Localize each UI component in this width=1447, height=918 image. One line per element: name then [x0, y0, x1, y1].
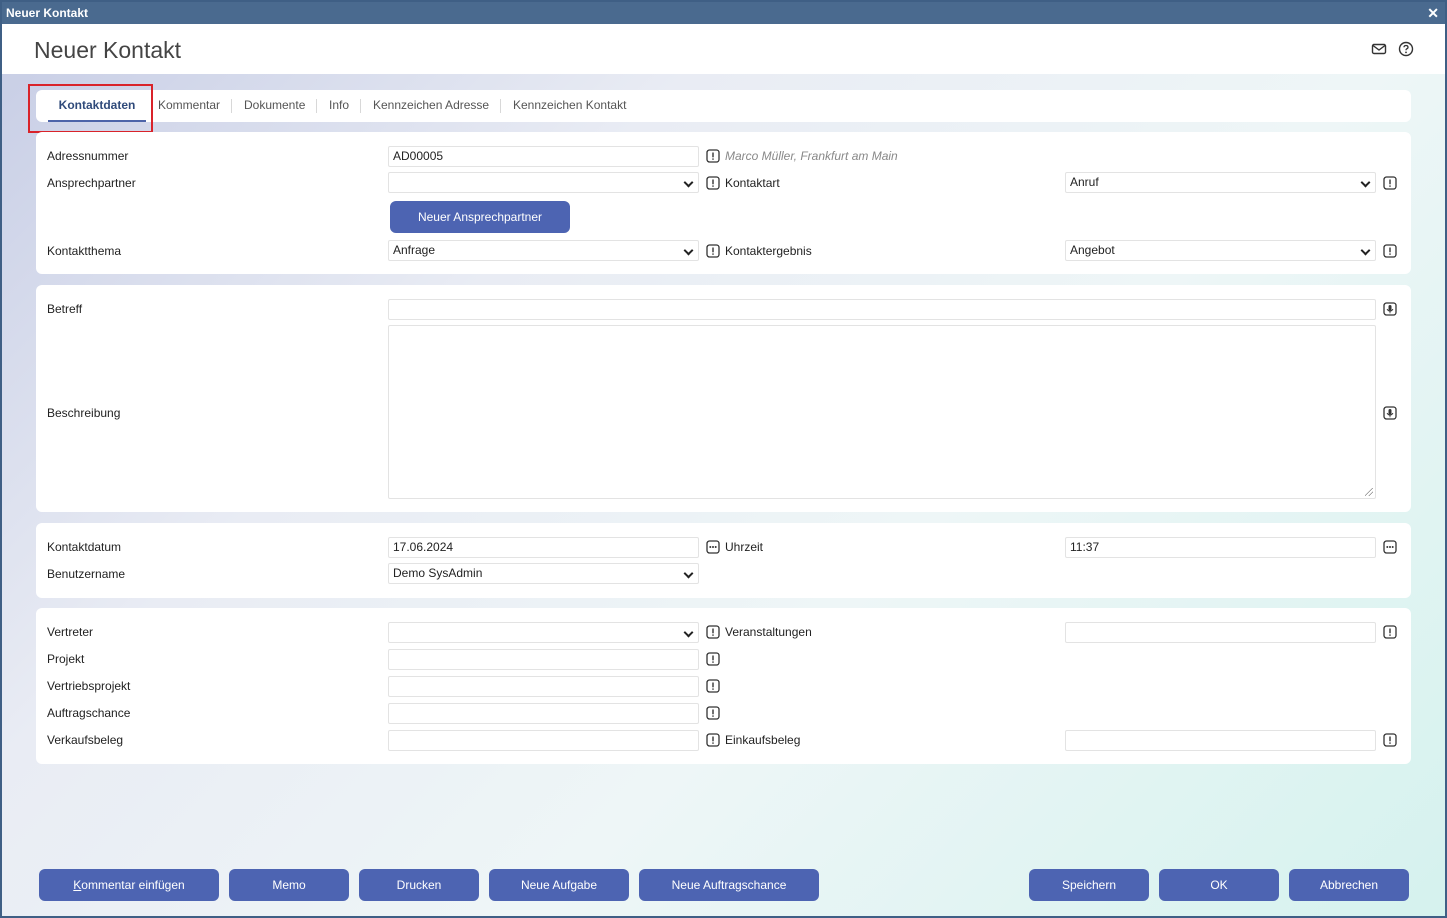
betreff-label: Betreff: [47, 302, 83, 316]
kontaktergebnis-label: Kontaktergebnis: [725, 244, 812, 258]
einkaufsbeleg-label: Einkaufsbeleg: [725, 733, 801, 747]
verkaufsbeleg-input[interactable]: [388, 730, 699, 751]
info-exclaim-icon[interactable]: [706, 679, 720, 693]
beschreibung-label: Beschreibung: [47, 406, 121, 420]
subject-card: Betreff Beschreibung: [36, 285, 1411, 512]
vertreter-select[interactable]: [388, 622, 699, 643]
microphone-icon[interactable]: [1383, 406, 1397, 420]
info-exclaim-icon[interactable]: [706, 706, 720, 720]
projekt-label: Projekt: [47, 652, 85, 666]
memo-button[interactable]: Memo: [229, 869, 349, 901]
einkaufsbeleg-input[interactable]: [1065, 730, 1376, 751]
dialog-window: Neuer Kontakt ✕ Neuer Kontakt Kontaktdat…: [0, 0, 1447, 918]
benutzername-select[interactable]: Demo SysAdmin: [388, 563, 699, 584]
veranstaltungen-label: Veranstaltungen: [725, 625, 812, 639]
cancel-button[interactable]: Abbrechen: [1289, 869, 1409, 901]
vertriebsprojekt-input[interactable]: [388, 676, 699, 697]
window-title: Neuer Kontakt: [6, 6, 89, 20]
adressnummer-input[interactable]: AD00005: [388, 146, 699, 167]
tab-separator: [500, 99, 501, 113]
kontaktdatum-label: Kontaktdatum: [47, 540, 122, 554]
kontaktart-select[interactable]: Anruf: [1065, 172, 1376, 193]
info-exclaim-icon[interactable]: [1383, 625, 1397, 639]
new-opportunity-button[interactable]: Neue Auftragschance: [639, 869, 819, 901]
adressnummer-label: Adressnummer: [47, 149, 129, 163]
info-exclaim-icon[interactable]: [706, 733, 720, 747]
uhrzeit-input[interactable]: 11:37: [1065, 537, 1376, 558]
title-bar: Neuer Kontakt ✕: [2, 2, 1445, 24]
auftragschance-input[interactable]: [388, 703, 699, 724]
verkaufsbeleg-label: Verkaufsbeleg: [47, 733, 124, 747]
beschreibung-textarea[interactable]: [388, 325, 1376, 499]
info-exclaim-icon[interactable]: [706, 652, 720, 666]
mail-icon[interactable]: [1371, 41, 1387, 57]
tab-bar: Kontaktdaten Kommentar Dokumente Info Ke…: [36, 90, 1411, 122]
date-card: Kontaktdatum 17.06.2024 Uhrzeit 11:37 Be…: [36, 523, 1411, 598]
contact-card: Adressnummer AD00005 Marco Müller, Frank…: [36, 132, 1411, 274]
auftragschance-label: Auftragschance: [47, 706, 131, 720]
ok-button[interactable]: OK: [1159, 869, 1279, 901]
new-contact-person-button[interactable]: Neuer Ansprechpartner: [390, 201, 570, 233]
more-dots-icon[interactable]: [706, 540, 720, 554]
highlight-box: [28, 84, 153, 133]
info-exclaim-icon[interactable]: [706, 149, 720, 163]
kontaktergebnis-select[interactable]: Angebot: [1065, 240, 1376, 261]
content-area: Kontaktdaten Kommentar Dokumente Info Ke…: [2, 74, 1445, 916]
uhrzeit-label: Uhrzeit: [725, 540, 764, 554]
header: Neuer Kontakt: [2, 24, 1445, 74]
microphone-icon[interactable]: [1383, 302, 1397, 316]
benutzername-label: Benutzername: [47, 567, 126, 581]
info-exclaim-icon[interactable]: [1383, 733, 1397, 747]
ansprechpartner-label: Ansprechpartner: [47, 176, 136, 190]
insert-comment-button[interactable]: Kommentar einfügen: [39, 869, 219, 901]
tab-kommentar[interactable]: Kommentar: [158, 90, 220, 122]
close-icon[interactable]: ✕: [1427, 2, 1439, 24]
kontaktart-label: Kontaktart: [725, 176, 780, 190]
save-button[interactable]: Speichern: [1029, 869, 1149, 901]
links-card: Vertreter Veranstaltungen Projekt Vertri…: [36, 608, 1411, 764]
more-dots-icon[interactable]: [1383, 540, 1397, 554]
print-button[interactable]: Drucken: [359, 869, 479, 901]
kontaktthema-select[interactable]: Anfrage: [388, 240, 699, 261]
info-exclaim-icon[interactable]: [1383, 176, 1397, 190]
tab-separator: [231, 99, 232, 113]
page-title: Neuer Kontakt: [34, 37, 182, 63]
tab-info[interactable]: Info: [329, 90, 349, 122]
kontaktdatum-input[interactable]: 17.06.2024: [388, 537, 699, 558]
tab-separator: [316, 99, 317, 113]
new-task-button[interactable]: Neue Aufgabe: [489, 869, 629, 901]
tab-kennzeichen-adresse[interactable]: Kennzeichen Adresse: [373, 90, 489, 122]
info-exclaim-icon[interactable]: [706, 176, 720, 190]
info-exclaim-icon[interactable]: [706, 625, 720, 639]
info-exclaim-icon[interactable]: [706, 244, 720, 258]
tab-kennzeichen-kontakt[interactable]: Kennzeichen Kontakt: [513, 90, 626, 122]
projekt-input[interactable]: [388, 649, 699, 670]
kontaktthema-label: Kontaktthema: [47, 244, 122, 258]
veranstaltungen-input[interactable]: [1065, 622, 1376, 643]
help-icon[interactable]: [1398, 41, 1414, 57]
vertreter-label: Vertreter: [47, 625, 94, 639]
info-exclaim-icon[interactable]: [1383, 244, 1397, 258]
tab-separator: [360, 99, 361, 113]
address-hint: Marco Müller, Frankfurt am Main: [725, 149, 898, 163]
betreff-input[interactable]: [388, 299, 1376, 320]
tab-dokumente[interactable]: Dokumente: [244, 90, 305, 122]
ansprechpartner-select[interactable]: [388, 172, 699, 193]
vertriebsprojekt-label: Vertriebsprojekt: [47, 679, 131, 693]
